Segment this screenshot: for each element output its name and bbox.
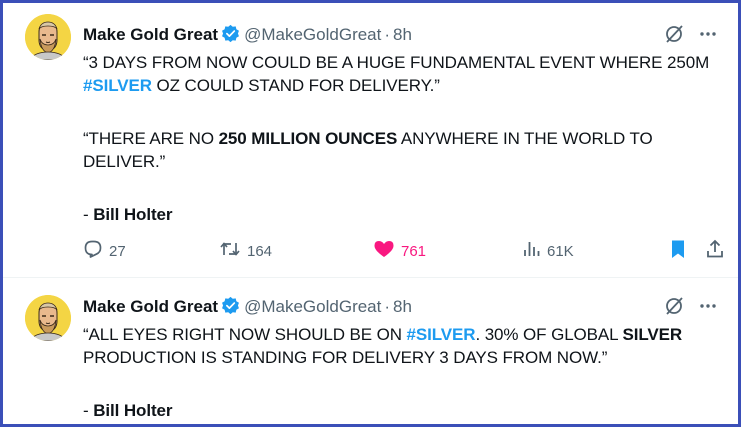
tweet-header: Make Gold Great @MakeGoldGreat · 8h (83, 296, 718, 318)
bookmark-icon (668, 239, 688, 263)
author-handle[interactable]: @MakeGoldGreat (244, 297, 381, 316)
avatar[interactable] (25, 14, 71, 60)
like-button[interactable]: 761 (373, 239, 426, 263)
tweet-attribution: - Bill Holter (83, 399, 716, 422)
tweet-header: Make Gold Great @MakeGoldGreat · 8h (83, 24, 718, 46)
screenshot-frame: Make Gold Great @MakeGoldGreat · 8h “3 DAYS… (0, 0, 741, 427)
repost-icon (219, 239, 241, 263)
reply-icon (83, 239, 103, 263)
text-segment: . 30% OF GLOBAL (475, 325, 623, 344)
repost-count: 164 (247, 242, 273, 260)
grok-icon[interactable] (664, 24, 684, 49)
timestamp[interactable]: 8h (393, 25, 412, 44)
text-segment: “ALL EYES RIGHT NOW SHOULD BE ON (83, 325, 407, 344)
author-name[interactable]: Make Gold Great (83, 297, 218, 316)
bold-text: 250 MILLION OUNCES (218, 129, 398, 148)
text-segment: PRODUCTION IS STANDING FOR DELIVERY 3 DA… (83, 348, 608, 367)
tweet-text-paragraph: “ALL EYES RIGHT NOW SHOULD BE ON #SILVER… (83, 323, 716, 369)
text-segment: OZ COULD STAND FOR DELIVERY.” (151, 76, 440, 95)
views-icon (521, 239, 541, 263)
timestamp[interactable]: 8h (393, 297, 412, 316)
repost-button[interactable]: 164 (219, 239, 272, 263)
tweet-actions: 27 164 761 61K (83, 239, 723, 263)
bold-text: Bill Holter (93, 401, 173, 420)
views-count: 61K (547, 242, 574, 260)
tweet-text-paragraph: “THERE ARE NO 250 MILLION OUNCES ANYWHER… (83, 127, 716, 173)
text-segment: “3 DAYS FROM NOW COULD BE A HUGE FUNDAME… (83, 53, 710, 72)
share-button[interactable] (705, 239, 725, 263)
bold-text: Bill Holter (93, 205, 173, 224)
hashtag-link[interactable]: #SILVER (83, 76, 152, 95)
avatar[interactable] (25, 295, 71, 341)
like-count: 761 (401, 242, 427, 260)
reply-count: 27 (109, 242, 126, 260)
reply-button[interactable]: 27 (83, 239, 126, 263)
separator-dot: · (384, 25, 391, 44)
bold-text: SILVER (622, 325, 683, 344)
text-segment: “THERE ARE NO (83, 129, 219, 148)
author-handle[interactable]: @MakeGoldGreat (244, 25, 381, 44)
tweet-card[interactable]: Make Gold Great @MakeGoldGreat · 8h “ALL EY… (3, 278, 738, 430)
share-icon (705, 239, 725, 263)
text-segment: - (83, 401, 94, 420)
tweet-card[interactable]: Make Gold Great @MakeGoldGreat · 8h “3 DAYS… (3, 3, 738, 278)
verified-badge-icon (221, 24, 240, 48)
hashtag-link[interactable]: #SILVER (407, 325, 476, 344)
text-segment: - (83, 205, 94, 224)
bookmark-button[interactable] (668, 239, 688, 263)
tweet-attribution: - Bill Holter (83, 203, 716, 226)
grok-icon[interactable] (664, 296, 684, 321)
more-icon[interactable] (698, 24, 718, 49)
author-name[interactable]: Make Gold Great (83, 25, 218, 44)
views-button[interactable]: 61K (521, 239, 574, 263)
verified-badge-icon (221, 296, 240, 320)
tweet-text-paragraph: “3 DAYS FROM NOW COULD BE A HUGE FUNDAME… (83, 51, 716, 97)
separator-dot: · (384, 297, 391, 316)
more-icon[interactable] (698, 296, 718, 321)
heart-icon (373, 239, 395, 263)
